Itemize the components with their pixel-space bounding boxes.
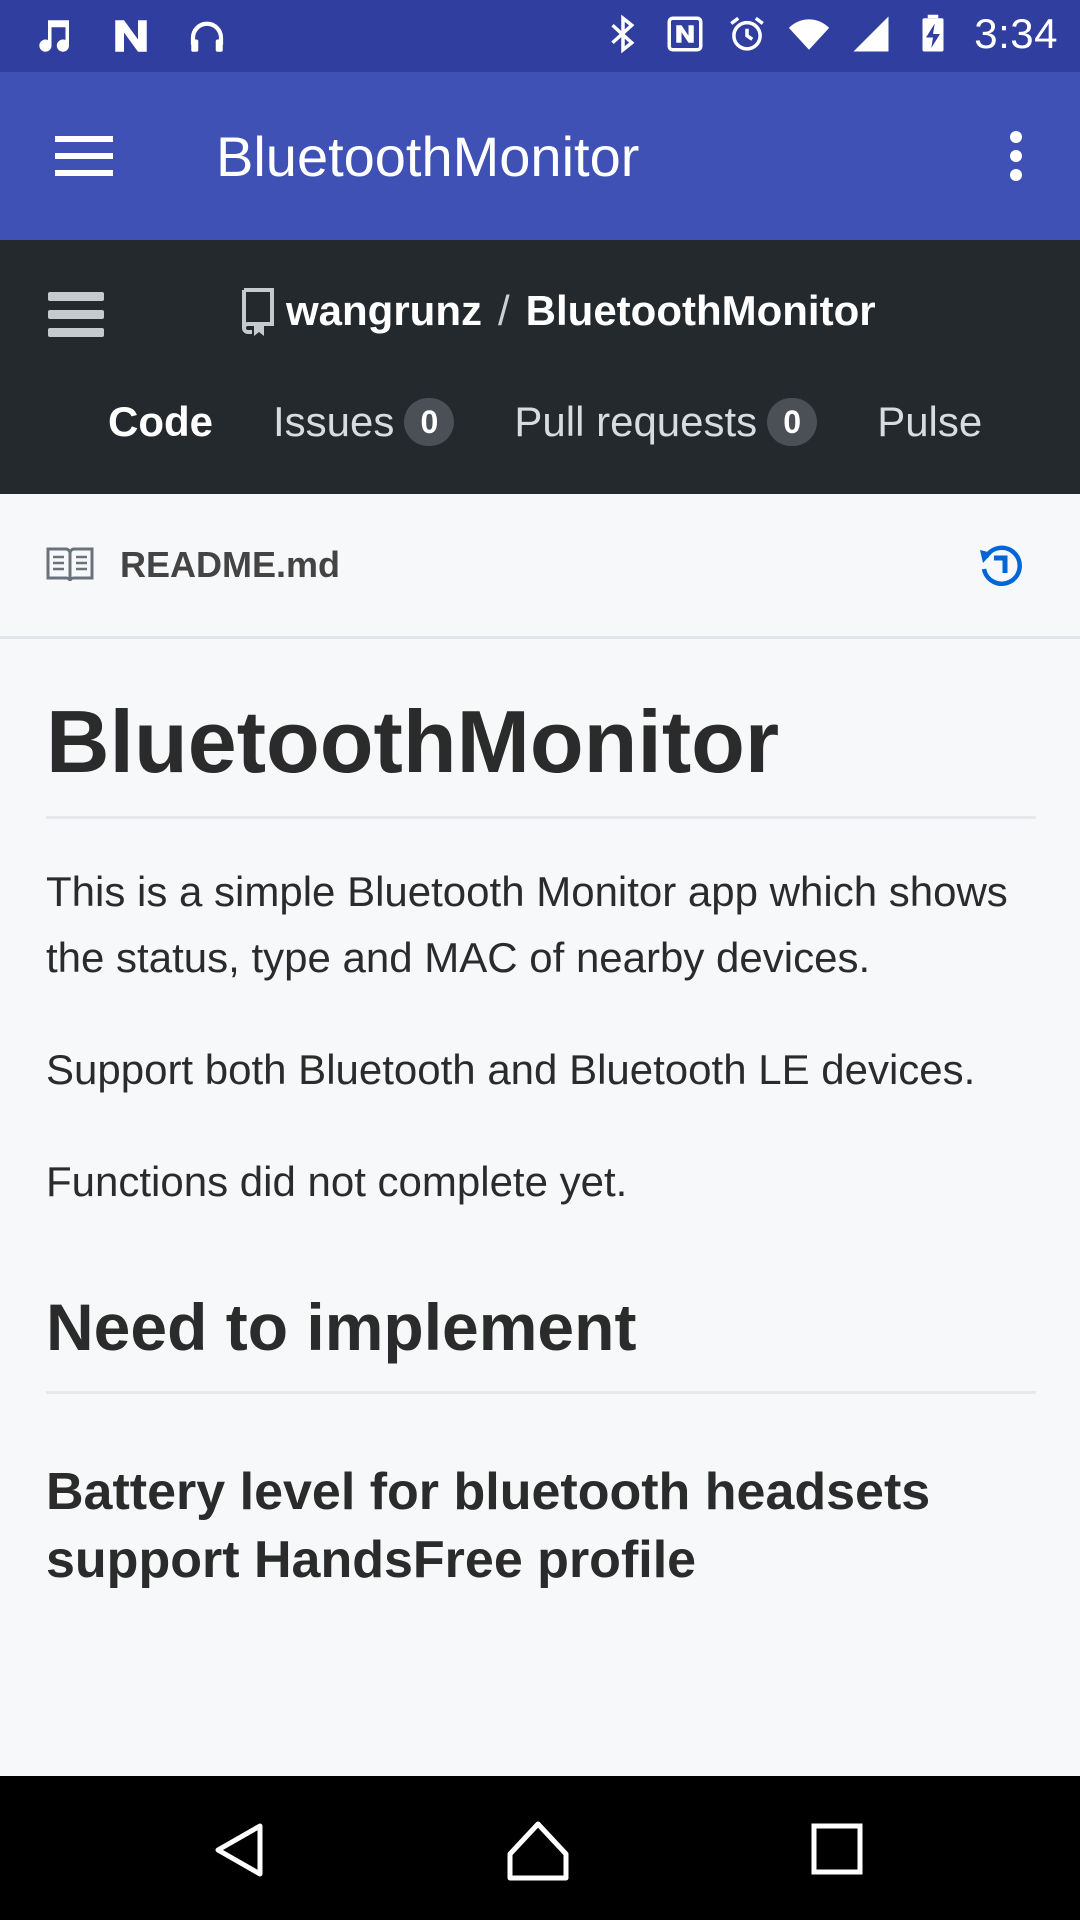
repo-tabs: Code Issues 0 Pull requests 0 Pulse	[108, 398, 1042, 446]
tab-pulse-label: Pulse	[877, 398, 983, 445]
recent-apps-icon[interactable]	[808, 1818, 872, 1882]
repo-breadcrumb: wangrunz / BluetoothMonitor	[238, 286, 876, 336]
readme-subheading: Battery level for bluetooth headsets sup…	[46, 1463, 931, 1590]
status-time: 3:34	[974, 10, 1058, 57]
status-bar: 3:34	[0, 0, 1080, 72]
bluetooth-icon	[611, 14, 635, 54]
readme-header: README.md	[0, 494, 1080, 639]
repo-name-link[interactable]: BluetoothMonitor	[526, 287, 876, 335]
pull-requests-count-badge: 0	[767, 398, 818, 446]
app-bar: BluetoothMonitor	[0, 72, 1080, 240]
readme-filename: README.md	[120, 544, 341, 585]
readme-content: BluetoothMonitor This is a simple Blueto…	[46, 640, 1036, 1594]
headphones-icon	[190, 21, 224, 52]
battery-charging-icon	[922, 14, 944, 52]
readme-paragraph: This is a simple Bluetooth Monitor app w…	[46, 868, 1008, 982]
readme-paragraph: Support both Bluetooth and Bluetooth LE …	[46, 1046, 976, 1094]
n-icon	[115, 20, 147, 52]
repo-icon	[242, 288, 274, 336]
wifi-icon	[789, 19, 830, 50]
readme-title: BluetoothMonitor	[46, 640, 1036, 820]
tab-issues[interactable]: Issues 0	[273, 398, 455, 446]
history-icon[interactable]	[978, 542, 1024, 588]
repo-owner-link[interactable]: wangrunz	[286, 287, 482, 335]
back-icon[interactable]	[208, 1818, 272, 1882]
book-icon	[46, 547, 94, 582]
tab-code-label: Code	[108, 398, 213, 445]
app-title: BluetoothMonitor	[216, 125, 640, 188]
tab-issues-label: Issues	[273, 398, 395, 445]
tab-pull-requests-label: Pull requests	[514, 398, 758, 445]
tab-pulse[interactable]: Pulse	[877, 398, 982, 446]
readme-heading: Need to implement	[46, 1289, 1036, 1395]
github-header: wangrunz / BluetoothMonitor Code Issues …	[0, 240, 1080, 494]
more-options-icon[interactable]	[996, 128, 1036, 184]
repo-separator: /	[498, 287, 510, 334]
alarm-icon	[730, 16, 765, 51]
issues-count-badge: 0	[404, 398, 455, 446]
home-icon[interactable]	[506, 1818, 570, 1882]
music-note-icon	[39, 20, 70, 52]
menu-icon[interactable]	[50, 128, 120, 184]
signal-icon	[853, 16, 889, 52]
navigation-bar	[0, 1776, 1080, 1920]
nfc-icon	[667, 16, 703, 52]
tab-pull-requests[interactable]: Pull requests 0	[514, 398, 818, 446]
tab-code[interactable]: Code	[108, 398, 213, 446]
readme-paragraph: Functions did not complete yet.	[46, 1158, 628, 1206]
github-menu-icon[interactable]	[48, 290, 104, 340]
